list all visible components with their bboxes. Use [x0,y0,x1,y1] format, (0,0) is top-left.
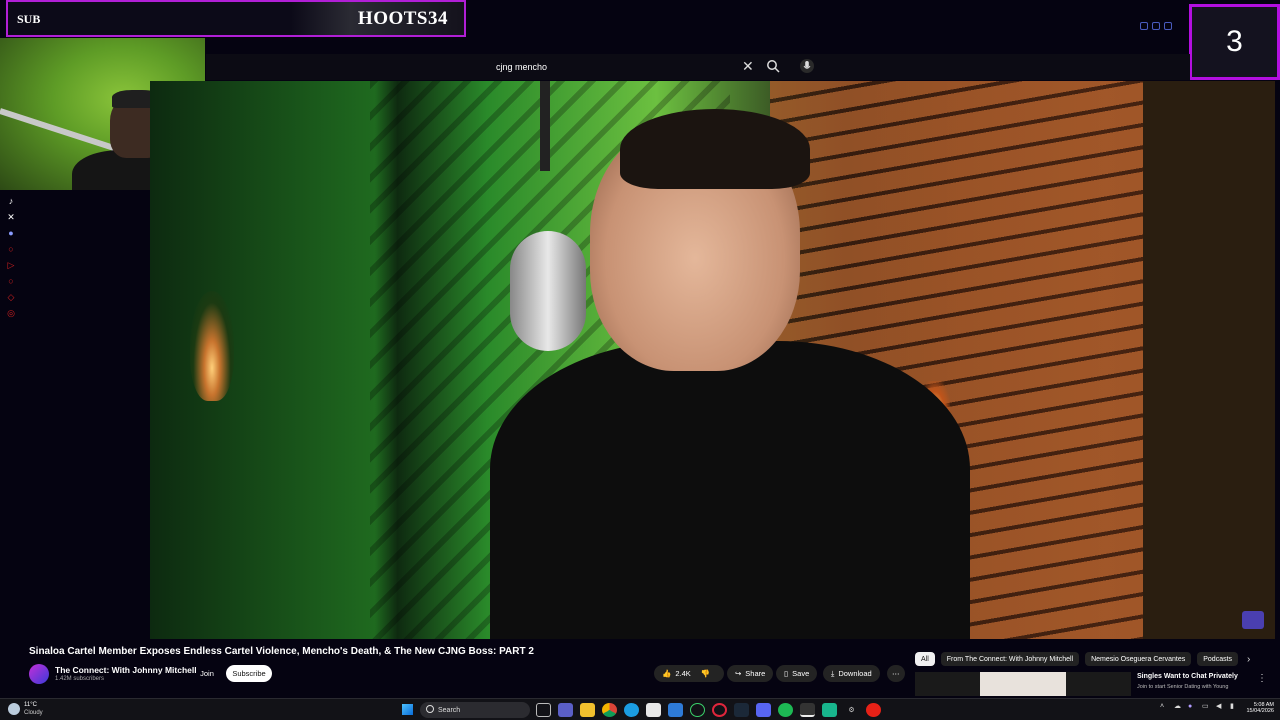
social-icon: ○ [8,244,14,254]
more-vertical-icon[interactable]: ⋮ [1257,673,1267,684]
pendant-lamp [190,291,234,401]
subscriber-count: 1.42M subscribers [55,676,105,682]
system-clock[interactable]: 5:08 AM 15/04/2026 [1240,702,1274,714]
chip-podcasts[interactable]: Podcasts [1197,652,1239,666]
weather-condition: Cloudy [24,710,43,716]
taskbar-search[interactable]: Search [420,702,530,718]
guest-torso [490,341,970,639]
download-icon: ⤓ [831,668,835,678]
volume-icon[interactable]: ◀ [1216,703,1224,711]
bookmark-icon: ▯ [784,669,789,678]
recommendation-description: Join to start Senior Dating with Young [1137,684,1229,690]
video-title: Sinaloa Cartel Member Exposes Endless Ca… [29,646,534,657]
clear-search-icon[interactable]: ✕ [742,58,754,75]
search-icon [426,705,434,713]
channel-name[interactable]: The Connect: With Johnny Mitchell [55,665,197,675]
chip-channel[interactable]: From The Connect: With Johnny Mitchell [940,652,1080,666]
thumbs-up-icon: 👍 [662,669,672,678]
chrome-icon[interactable] [602,703,617,717]
share-button[interactable]: ↪ Share [727,665,774,682]
spotify-icon[interactable] [778,703,793,717]
social-strip: ♪ ✕ ● ○ ▷ ○ ◇ ◎ [0,190,22,640]
social-icon: ◇ [7,292,15,302]
more-icon: ⋯ [892,669,900,678]
social-icon: ◎ [7,308,15,318]
settings-icon[interactable]: ⚙ [844,703,859,717]
video-edge [1143,81,1275,639]
chevron-up-icon[interactable]: ˄ [1160,703,1168,711]
network-icon[interactable]: ▭ [1202,703,1210,711]
system-tray: ˄ ☁ ● ▭ ◀ ▮ [1160,703,1238,711]
video-player[interactable] [150,81,1275,639]
weather-icon[interactable] [8,703,20,715]
app-icon[interactable] [822,703,837,717]
voice-search-icon[interactable] [800,58,814,74]
like-count: 2.4K [675,669,691,678]
microphone [510,231,586,351]
guest-hair [620,109,810,189]
search-input[interactable] [496,59,686,75]
teams-icon[interactable] [558,703,573,717]
cloud-icon[interactable]: ☁ [1174,703,1182,711]
download-button[interactable]: ⤓ Download [823,665,880,682]
extension-icon[interactable] [1164,22,1172,30]
obs-icon[interactable] [800,703,815,717]
task-view-icon[interactable] [536,703,551,717]
weather-temperature: 11°C [24,702,37,708]
mic-tray-icon[interactable]: ● [1188,703,1196,711]
taskbar-apps: ⚙ [536,703,881,717]
edge-icon[interactable] [624,703,639,717]
extension-icon[interactable] [1140,22,1148,30]
discord-icon[interactable] [756,703,771,717]
social-icon: ▷ [7,260,15,270]
counter-value: 3 [1226,25,1243,58]
app-icon[interactable] [668,703,683,717]
share-label: Share [745,669,766,678]
share-icon: ↪ [735,669,742,678]
steam-icon[interactable] [734,703,749,717]
discord-icon: ● [8,228,14,238]
more-actions-button[interactable]: ⋯ [887,665,905,682]
social-icon: ○ [8,276,14,286]
recommendation-thumbnail[interactable] [915,672,1131,696]
file-explorer-icon[interactable] [580,703,595,717]
clock-date: 15/04/2026 [1246,708,1274,714]
mic-arm [0,108,116,151]
youtube-icon[interactable] [866,703,881,717]
sub-banner: SUB HOOTS34 [6,0,466,37]
channel-avatar[interactable] [29,664,49,684]
store-icon[interactable] [646,703,661,717]
join-button[interactable]: Join [195,665,219,682]
opera-icon[interactable] [712,703,727,717]
filter-chips: All From The Connect: With Johnny Mitche… [915,652,1239,666]
search-icon[interactable] [766,59,780,73]
extension-icon[interactable] [1152,22,1160,30]
windows-taskbar: 11°C Cloudy Search ⚙ ˄ ☁ ● ▭ ◀ ▮ 5:08 AM… [0,698,1280,720]
tiktok-icon: ♪ [8,196,14,206]
download-label: Download [838,669,872,678]
like-button[interactable]: 👍 2.4K 👎 [654,665,724,682]
sub-label: SUB [17,12,41,26]
x-icon: ✕ [7,212,15,222]
taskbar-search-label: Search [438,706,461,714]
counter-box: 3 [1189,4,1280,80]
windows-start-icon[interactable] [402,704,413,715]
channel-watermark [1242,611,1264,629]
chevron-right-icon[interactable]: › [1247,654,1250,665]
chip-topic[interactable]: Nemesio Oseguera Cervantes [1085,652,1192,666]
chip-all[interactable]: All [915,652,935,666]
app-icon[interactable] [690,703,705,717]
stream-layout: SUB HOOTS34 3 ♪ ✕ ● ○ ▷ ○ ◇ ◎ ✕ [0,0,1280,720]
youtube-search-bar: ✕ [206,54,1190,80]
streamer-name: HOOTS34 [357,8,448,29]
browser-extension-icons [1140,22,1172,30]
recommendation-title[interactable]: Singles Want to Chat Privately [1137,673,1238,680]
save-button[interactable]: ▯ Save [776,665,818,682]
battery-icon[interactable]: ▮ [1230,703,1238,711]
save-label: Save [792,669,810,678]
thumbs-down-icon[interactable]: 👎 [701,669,710,678]
microphone-stand [540,81,550,171]
subscribe-button[interactable]: Subscribe [226,665,272,682]
